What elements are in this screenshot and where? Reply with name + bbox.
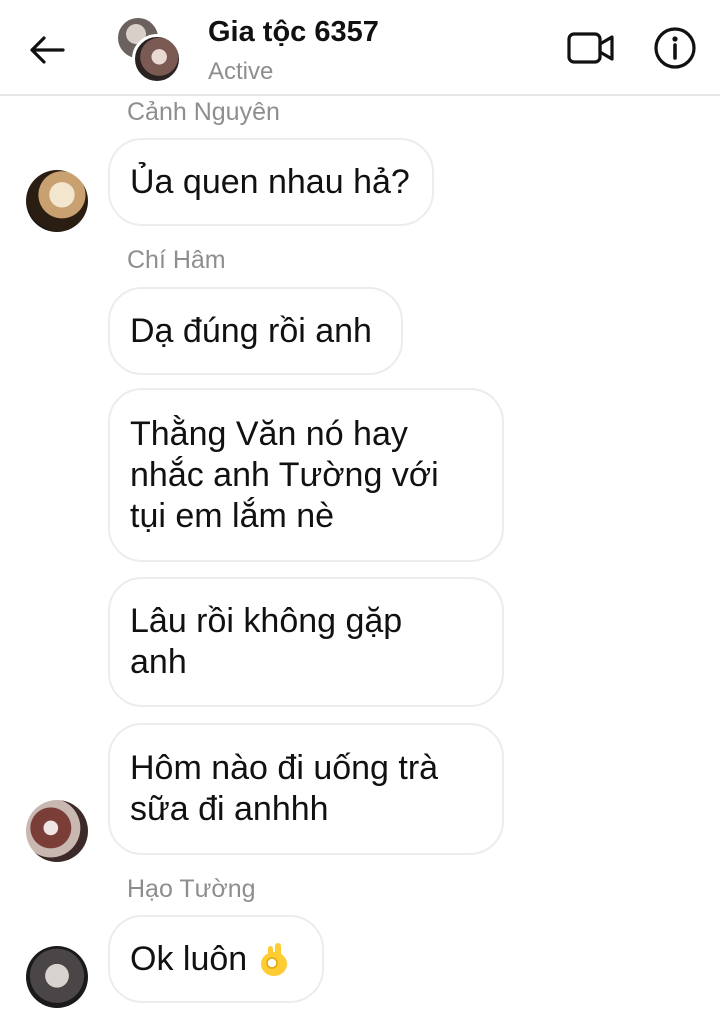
group-avatar-member-2 (132, 34, 182, 84)
message-text: Lâu rồi không gặp anh (130, 602, 403, 681)
chat-header: Gia tộc 6357 Active (0, 0, 720, 96)
message-text: Dạ đúng rồi anh (130, 311, 372, 350)
back-button[interactable] (22, 26, 72, 74)
group-avatar[interactable] (116, 16, 182, 84)
chat-info-button[interactable] (652, 25, 698, 71)
info-icon (654, 27, 696, 69)
message-text: Thằng Văn nó hay nhắc anh Tường với tụi … (130, 414, 439, 535)
back-arrow-icon (30, 36, 65, 64)
sender-name: Chí Hâm (127, 246, 226, 274)
chat-status: Active (208, 58, 274, 85)
video-call-button[interactable] (566, 28, 616, 68)
video-camera-icon (567, 32, 614, 64)
message-bubble[interactable]: Dạ đúng rồi anh (108, 287, 403, 375)
message-bubble[interactable]: Thằng Văn nó hay nhắc anh Tường với tụi … (108, 388, 504, 562)
message-bubble[interactable]: Ok luôn (108, 915, 324, 1003)
sender-name: Hạo Tường (127, 875, 256, 903)
avatar[interactable] (26, 800, 88, 862)
sender-name: Cảnh Nguyên (127, 98, 280, 126)
avatar[interactable] (26, 170, 88, 232)
chat-title[interactable]: Gia tộc 6357 (208, 16, 379, 49)
message-text: Ủa quen nhau hả? (130, 162, 410, 201)
message-bubble[interactable]: Ủa quen nhau hả? (108, 138, 434, 226)
message-bubble[interactable]: Hôm nào đi uống trà sữa đi anhhh (108, 723, 504, 855)
ok-hand-icon (261, 943, 288, 976)
message-text: Hôm nào đi uống trà sữa đi anhhh (130, 749, 439, 828)
message-text: Ok luôn (130, 939, 248, 978)
message-bubble[interactable]: Lâu rồi không gặp anh (108, 577, 504, 707)
avatar[interactable] (26, 946, 88, 1008)
